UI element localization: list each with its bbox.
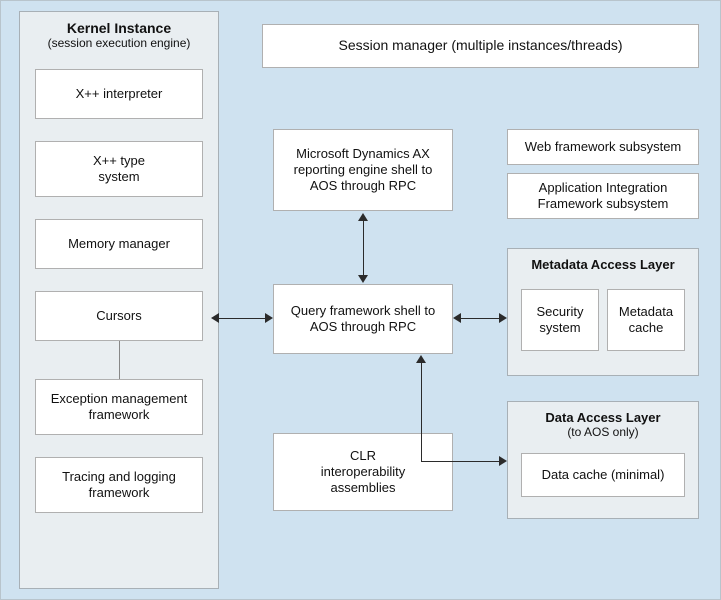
arrow-query-data-hline — [421, 461, 501, 462]
kernel-title: Kernel Instance — [20, 20, 218, 36]
arrow-query-metadata-head-left — [453, 313, 461, 323]
metadata-title-block: Metadata Access Layer — [508, 257, 698, 272]
web-framework-box: Web framework subsystem — [507, 129, 699, 165]
kernel-item-xpp-type-system: X++ typesystem — [35, 141, 203, 197]
kernel-item-xpp-interpreter: X++ interpreter — [35, 69, 203, 119]
kernel-subtitle: (session execution engine) — [20, 36, 218, 50]
data-access-title-block: Data Access Layer (to AOS only) — [508, 410, 698, 439]
connector-cursors-exception — [119, 341, 120, 379]
arrow-query-data-vline — [421, 361, 422, 461]
security-system-box: Securitysystem — [521, 289, 599, 351]
reporting-engine-box: Microsoft Dynamics AXreporting engine sh… — [273, 129, 453, 211]
arrow-kernel-query-head-right — [265, 313, 273, 323]
query-framework-box: Query framework shell toAOS through RPC — [273, 284, 453, 354]
diagram-canvas: Kernel Instance (session execution engin… — [0, 0, 721, 600]
metadata-title: Metadata Access Layer — [508, 257, 698, 272]
kernel-item-tracing-logging: Tracing and loggingframework — [35, 457, 203, 513]
kernel-item-cursors: Cursors — [35, 291, 203, 341]
arrow-reporting-query-head-up — [358, 213, 368, 221]
session-manager-box: Session manager (multiple instances/thre… — [262, 24, 699, 68]
clr-assemblies-box: CLRinteroperabilityassemblies — [273, 433, 453, 511]
kernel-item-exception-mgmt: Exception managementframework — [35, 379, 203, 435]
arrow-reporting-query-head-down — [358, 275, 368, 283]
arrow-kernel-query-head-left — [211, 313, 219, 323]
metadata-cache-box: Metadatacache — [607, 289, 685, 351]
data-access-subtitle: (to AOS only) — [508, 425, 698, 439]
arrow-query-metadata-head-right — [499, 313, 507, 323]
kernel-item-memory-manager: Memory manager — [35, 219, 203, 269]
data-access-title: Data Access Layer — [508, 410, 698, 425]
data-cache-box: Data cache (minimal) — [521, 453, 685, 497]
arrow-kernel-query-line — [217, 318, 267, 319]
arrow-query-data-head-right — [499, 456, 507, 466]
arrow-query-metadata-line — [459, 318, 501, 319]
aif-subsystem-box: Application IntegrationFramework subsyst… — [507, 173, 699, 219]
arrow-reporting-query-line — [363, 219, 364, 277]
kernel-title-block: Kernel Instance (session execution engin… — [20, 20, 218, 50]
arrow-query-data-head-up — [416, 355, 426, 363]
